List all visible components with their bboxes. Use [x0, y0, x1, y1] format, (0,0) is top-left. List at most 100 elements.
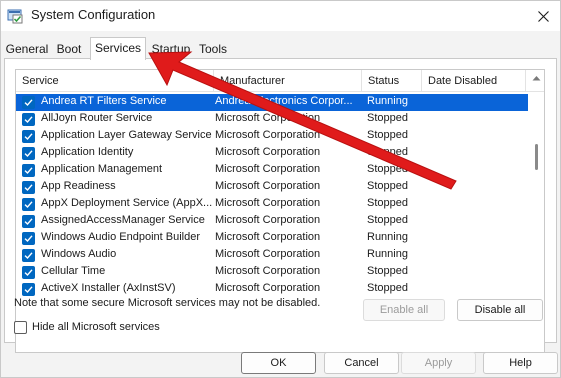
service-checkbox[interactable] [22, 232, 35, 245]
tab-tools[interactable]: Tools [196, 39, 230, 59]
checkmark-icon [24, 201, 33, 209]
service-status: Running [367, 95, 408, 107]
service-status: Running [367, 231, 408, 243]
checkmark-icon [24, 133, 33, 141]
service-row[interactable]: AllJoyn Router Service Microsoft Corporat… [16, 111, 528, 128]
service-name: AllJoyn Router Service [41, 112, 153, 124]
tab-general[interactable]: General [5, 39, 49, 59]
hide-microsoft-services-label: Hide all Microsoft services [32, 321, 160, 333]
disable-all-button[interactable]: Disable all [457, 299, 543, 321]
checkmark-icon [24, 150, 33, 158]
list-header: Service Manufacturer Status Date Disable… [16, 70, 544, 92]
service-status: Stopped [367, 214, 408, 226]
column-header-service[interactable]: Service [16, 70, 214, 92]
column-header-status[interactable]: Status [362, 70, 422, 92]
service-status: Stopped [367, 146, 408, 158]
service-checkbox[interactable] [22, 215, 35, 228]
column-header-manufacturer[interactable]: Manufacturer [214, 70, 362, 92]
service-status: Running [367, 248, 408, 260]
checkmark-icon [24, 269, 33, 277]
scrollbar-thumb[interactable] [535, 144, 538, 170]
service-status: Stopped [367, 197, 408, 209]
service-row[interactable]: ActiveX Installer (AxInstSV) Microsoft Co… [16, 281, 528, 298]
service-status: Stopped [367, 265, 408, 277]
service-status: Stopped [367, 180, 408, 192]
tab-bar: General Boot Services Startup Tools [1, 37, 560, 60]
service-row[interactable]: Andrea RT Filters Service Andrea Electron… [16, 94, 528, 111]
service-manufacturer: Microsoft Corporation [215, 265, 321, 277]
system-configuration-window: System Configuration General Boot Servic… [0, 0, 561, 378]
checkmark-icon [24, 235, 33, 243]
service-status: Stopped [367, 282, 408, 294]
service-name: Application Layer Gateway Service [41, 129, 212, 141]
tab-startup[interactable]: Startup [148, 39, 194, 59]
close-button[interactable] [526, 1, 560, 31]
service-manufacturer: Microsoft Corporation [215, 197, 321, 209]
apply-button[interactable]: Apply [401, 352, 476, 374]
service-checkbox[interactable] [22, 249, 35, 262]
service-row[interactable]: Cellular Time Microsoft Corporation Stoppe… [16, 264, 528, 281]
service-manufacturer: Microsoft Corporation [215, 214, 321, 226]
service-row[interactable]: Windows Audio Endpoint Builder Microsoft … [16, 230, 528, 247]
help-button[interactable]: Help [483, 352, 558, 374]
column-header-date-disabled[interactable]: Date Disabled [422, 70, 526, 92]
service-name: Application Management [41, 163, 163, 175]
service-row[interactable]: AssignedAccessManager Service Microsoft C… [16, 213, 528, 230]
service-status: Stopped [367, 163, 408, 175]
checkmark-icon [24, 218, 33, 226]
service-manufacturer: Microsoft Corporation [215, 112, 321, 124]
service-name: Andrea RT Filters Service [41, 95, 167, 107]
service-manufacturer: Microsoft Corporation [215, 129, 321, 141]
services-tab-panel: Service Manufacturer Status Date Disable… [4, 58, 557, 353]
service-checkbox[interactable] [22, 266, 35, 279]
service-status: Stopped [367, 129, 408, 141]
hide-microsoft-services-checkbox[interactable] [14, 321, 27, 334]
service-manufacturer: Microsoft Corporation [215, 282, 321, 294]
checkmark-icon [24, 286, 33, 294]
window-title: System Configuration [31, 7, 156, 22]
tab-boot[interactable]: Boot [53, 39, 85, 59]
service-status: Stopped [367, 112, 408, 124]
checkmark-icon [24, 184, 33, 192]
checkmark-icon [24, 99, 33, 107]
service-name: Application Identity [41, 146, 134, 158]
cancel-button[interactable]: Cancel [324, 352, 399, 374]
service-checkbox[interactable] [22, 283, 35, 296]
service-row[interactable]: Windows Audio Microsoft Corporation Runnin… [16, 247, 528, 264]
service-row[interactable]: Application Identity Microsoft Corporatio… [16, 145, 528, 162]
checkmark-icon [24, 167, 33, 175]
tab-services[interactable]: Services [90, 37, 146, 60]
close-icon [537, 10, 549, 22]
service-checkbox[interactable] [22, 181, 35, 194]
service-manufacturer: Microsoft Corporation [215, 163, 321, 175]
service-checkbox[interactable] [22, 113, 35, 126]
service-name: AppX Deployment Service (AppX... [41, 197, 213, 209]
service-checkbox[interactable] [22, 164, 35, 177]
service-name: Cellular Time [41, 265, 106, 277]
service-checkbox[interactable] [22, 96, 35, 109]
service-name: Windows Audio Endpoint Builder [41, 231, 200, 243]
service-manufacturer: Andrea Electronics Corpor... [215, 95, 353, 107]
service-name: ActiveX Installer (AxInstSV) [41, 282, 176, 294]
secure-services-note: Note that some secure Microsoft services… [14, 297, 321, 309]
service-name: AssignedAccessManager Service [41, 214, 205, 226]
service-row[interactable]: Application Management Microsoft Corporat… [16, 162, 528, 179]
service-name: Windows Audio [41, 248, 117, 260]
service-rows: Andrea RT Filters Service Andrea Electron… [16, 94, 528, 298]
service-manufacturer: Microsoft Corporation [215, 180, 321, 192]
service-checkbox[interactable] [22, 147, 35, 160]
service-manufacturer: Microsoft Corporation [215, 146, 321, 158]
service-row[interactable]: AppX Deployment Service (AppX... Microsof… [16, 196, 528, 213]
checkmark-icon [24, 252, 33, 260]
service-checkbox[interactable] [22, 198, 35, 211]
service-manufacturer: Microsoft Corporation [215, 248, 321, 260]
ok-button[interactable]: OK [241, 352, 316, 374]
title-bar: System Configuration [1, 1, 560, 31]
service-row[interactable]: App Readiness Microsoft Corporation Stoppe… [16, 179, 528, 196]
service-name: App Readiness [41, 180, 116, 192]
service-manufacturer: Microsoft Corporation [215, 231, 321, 243]
enable-all-button[interactable]: Enable all [363, 299, 445, 321]
service-checkbox[interactable] [22, 130, 35, 143]
scroll-up-arrow-icon[interactable] [532, 75, 541, 81]
service-row[interactable]: Application Layer Gateway Service Microso… [16, 128, 528, 145]
